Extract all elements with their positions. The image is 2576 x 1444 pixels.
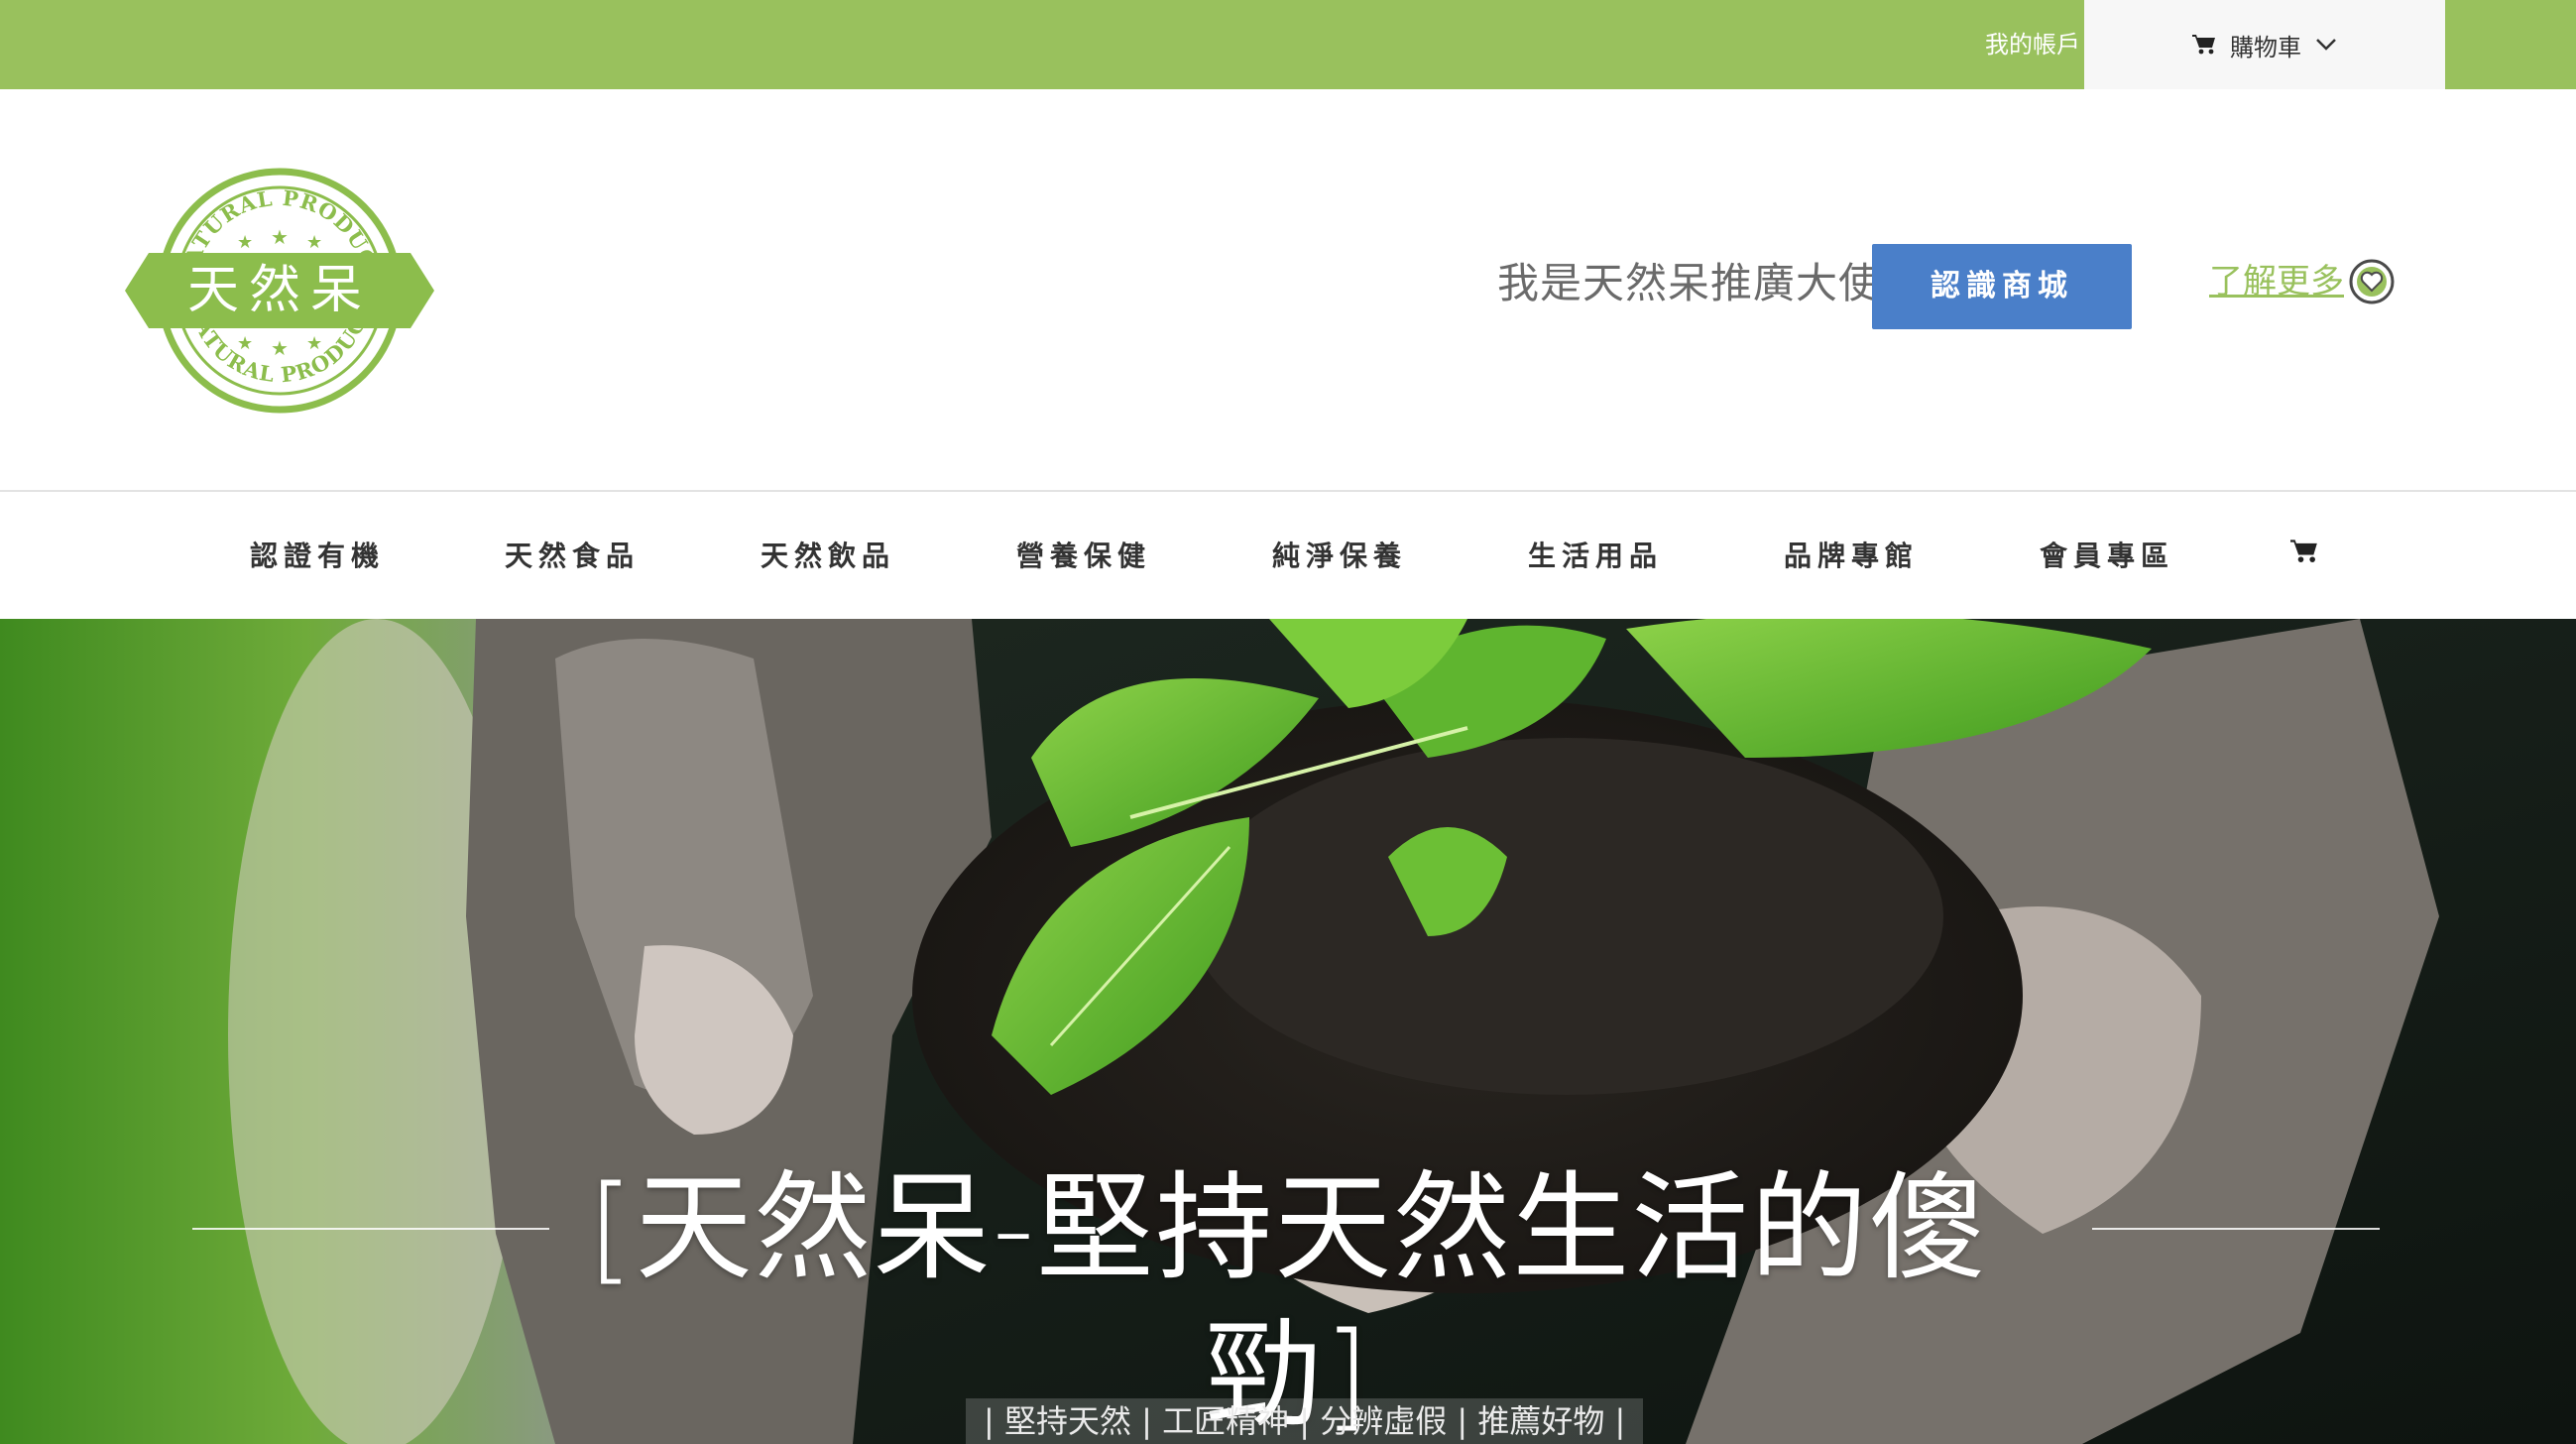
svg-text:★: ★ xyxy=(237,333,253,354)
cart-icon[interactable] xyxy=(2290,539,2326,574)
learn-more-link[interactable]: 了解更多 xyxy=(2209,254,2396,309)
heart-badge-icon xyxy=(2348,258,2396,305)
svg-text:★: ★ xyxy=(271,225,289,249)
nav-item-daily-goods[interactable]: 生活用品 xyxy=(1528,494,1663,619)
site-header: NATURAL PRODUCT NATURAL PRODUCT ★ ★ ★ ★ … xyxy=(0,89,2576,492)
ambassador-text: 我是天然呆推廣大使 xyxy=(1497,259,1882,307)
logo-center-text: 天然呆 xyxy=(187,261,372,320)
about-shop-button[interactable]: 認識商城 xyxy=(1872,244,2132,329)
hero-right-divider xyxy=(2092,1228,2380,1230)
hero-tagline: | 堅持天然 | 工匠精神 | 分辨虛假 | 推薦好物 | xyxy=(966,1398,1644,1444)
my-account-link[interactable]: 我的帳戶 xyxy=(1951,0,2080,89)
svg-text:★: ★ xyxy=(237,232,253,253)
main-navigation: 認證有機 天然食品 天然飲品 營養保健 純淨保養 生活用品 品牌專館 會員專區 xyxy=(0,494,2576,619)
nav-item-natural-food[interactable]: 天然食品 xyxy=(505,494,640,619)
nav-item-pure-skincare[interactable]: 純淨保養 xyxy=(1272,494,1407,619)
nav-item-certified-organic[interactable]: 認證有機 xyxy=(250,494,385,619)
top-utility-bar: 我的帳戶 購物車 xyxy=(0,0,2576,89)
svg-text:★: ★ xyxy=(306,333,322,354)
svg-text:★: ★ xyxy=(306,232,322,253)
nav-item-nutrition-health[interactable]: 營養保健 xyxy=(1016,494,1151,619)
nav-item-natural-drinks[interactable]: 天然飲品 xyxy=(761,494,895,619)
nav-item-member-area[interactable]: 會員專區 xyxy=(2040,494,2174,619)
cart-icon xyxy=(2192,34,2216,56)
cart-dropdown-button[interactable]: 購物車 xyxy=(2084,0,2445,89)
learn-more-label: 了解更多 xyxy=(2209,262,2344,301)
nav-item-brand-hall[interactable]: 品牌專館 xyxy=(1784,494,1919,619)
hero-left-divider xyxy=(192,1228,549,1230)
cart-label: 購物車 xyxy=(2230,33,2301,61)
svg-text:★: ★ xyxy=(271,336,289,360)
chevron-down-icon xyxy=(2315,38,2337,52)
site-logo[interactable]: NATURAL PRODUCT NATURAL PRODUCT ★ ★ ★ ★ … xyxy=(125,161,434,421)
hero-banner: [天然呆-堅持天然生活的傻勁] | 堅持天然 | 工匠精神 | 分辨虛假 | 推… xyxy=(0,619,2576,1444)
